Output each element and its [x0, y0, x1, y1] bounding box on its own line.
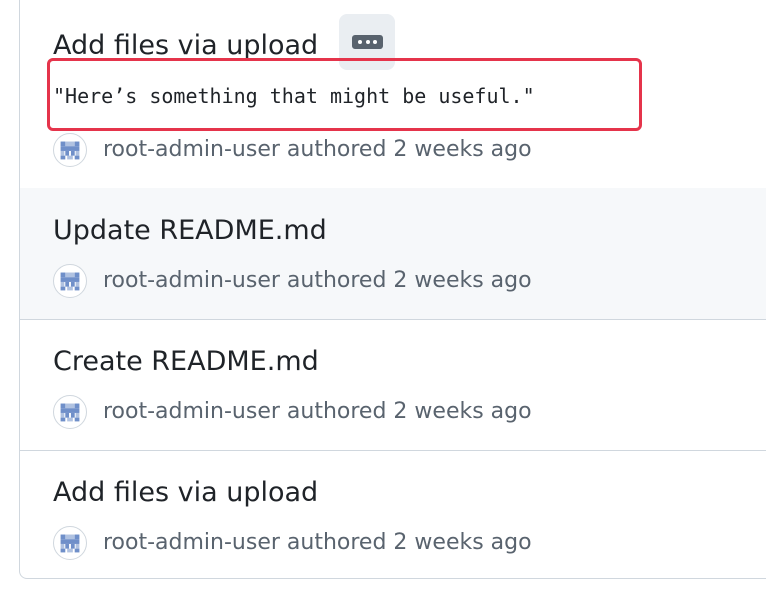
author-link[interactable]: root-admin-user [103, 530, 280, 555]
avatar[interactable] [53, 395, 87, 429]
commit-list: Add files via upload "Here’s something t… [19, 0, 766, 579]
commit-description: "Here’s something that might be useful." [53, 84, 535, 108]
avatar[interactable] [53, 526, 87, 560]
commit-row: Update README.md root-admin-user authore… [20, 188, 766, 320]
commit-title[interactable]: Update README.md [53, 214, 327, 248]
avatar[interactable] [53, 133, 87, 167]
author-link[interactable]: root-admin-user [103, 137, 280, 162]
author-link[interactable]: root-admin-user [103, 268, 280, 293]
commit-time[interactable]: 2 weeks ago [393, 268, 531, 293]
commit-time[interactable]: 2 weeks ago [393, 530, 531, 555]
ellipsis-icon [352, 35, 383, 49]
commit-time[interactable]: 2 weeks ago [393, 137, 531, 162]
commit-title[interactable]: Add files via upload [53, 476, 318, 510]
avatar[interactable] [53, 264, 87, 298]
authored-label: authored [286, 399, 387, 424]
authored-label: authored [286, 268, 387, 293]
authored-label: authored [286, 137, 387, 162]
commit-row: Add files via upload root-admin-user aut… [20, 450, 766, 578]
commit-row: Add files via upload "Here’s something t… [20, 0, 766, 189]
commit-title[interactable]: Create README.md [53, 345, 319, 379]
author-link[interactable]: root-admin-user [103, 399, 280, 424]
commit-time[interactable]: 2 weeks ago [393, 399, 531, 424]
authored-label: authored [286, 530, 387, 555]
commit-row: Create README.md root-admin-user authore… [20, 319, 766, 451]
